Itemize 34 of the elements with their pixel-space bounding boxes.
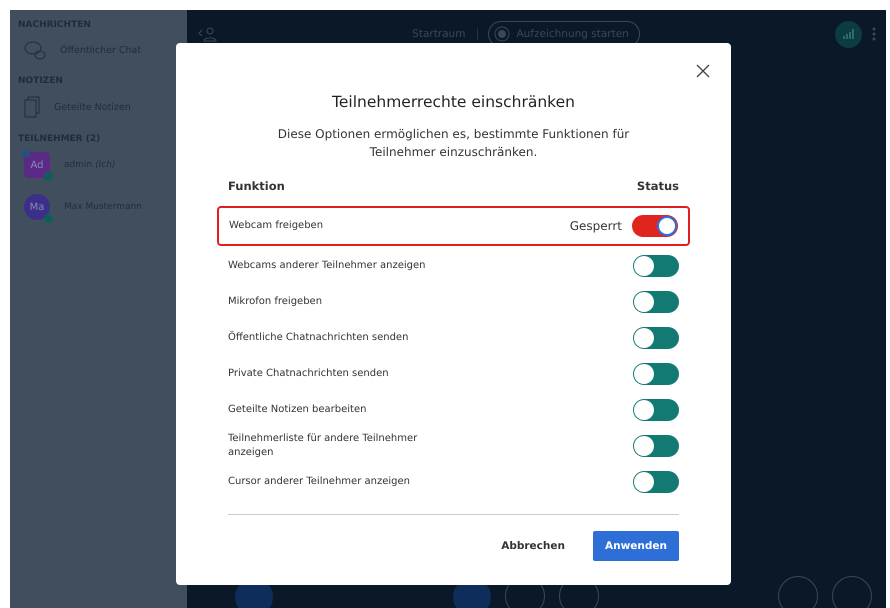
dialog-title: Teilnehmerrechte einschränken (331, 93, 576, 111)
connection-status-icon[interactable] (835, 20, 862, 48)
permission-label: Private Chatnachrichten senden (228, 367, 389, 381)
record-icon (494, 26, 510, 42)
permission-label: Cursor anderer Teilnehmer anzeigen (228, 475, 410, 489)
microphone-icon (44, 214, 53, 223)
user-list-toggle-icon[interactable] (197, 26, 217, 42)
user-avatar: Ma (24, 194, 50, 220)
chat-bubbles-icon (24, 40, 46, 60)
status-label: Gesperrt (570, 219, 622, 233)
toggle-switch[interactable] (633, 291, 679, 313)
permission-label: Teilnehmerliste für andere Teilnehmer anzeigen (228, 432, 418, 460)
toggle-switch[interactable] (633, 471, 679, 493)
permission-label: Öffentliche Chatnachrichten senden (228, 331, 408, 345)
close-button[interactable] (695, 63, 711, 79)
permission-label: Mikrofon freigeben (228, 295, 322, 309)
toggle-switch[interactable] (633, 435, 679, 457)
apply-button[interactable]: Anwenden (592, 531, 679, 561)
toggle-switch[interactable] (632, 215, 678, 237)
user-avatar: Ad (24, 152, 50, 178)
permission-label: Webcams anderer Teilnehmer anzeigen (228, 259, 426, 273)
column-header: Status (636, 179, 679, 193)
column-header: Funktion (228, 179, 285, 193)
cancel-button[interactable]: Abbrechen (495, 539, 571, 553)
toggle-switch[interactable] (633, 363, 679, 385)
toggle-switch[interactable] (633, 327, 679, 349)
toggle-switch[interactable] (633, 255, 679, 277)
permission-label: Webcam freigeben (229, 219, 324, 233)
toggle-switch[interactable] (633, 399, 679, 421)
dialog-description: Diese Optionen ermöglichen es, bestimmte Funktionen für Teilnehmer einzuschränken. (276, 126, 630, 161)
permission-label: Geteilte Notizen bearbeiten (228, 403, 366, 417)
presenter-icon (22, 150, 30, 157)
documents-icon (24, 96, 40, 118)
microphone-icon (44, 172, 53, 181)
